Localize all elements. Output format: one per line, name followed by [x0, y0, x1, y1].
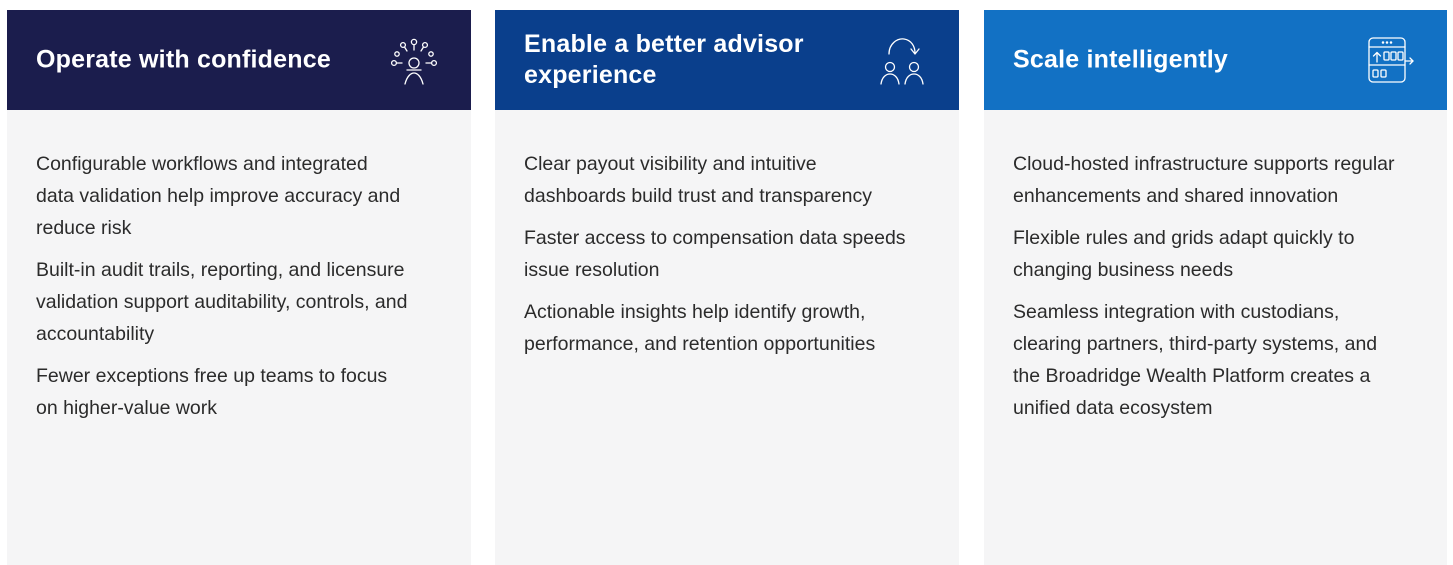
benefit-item: Configurable workflows and integrated da… — [36, 153, 401, 239]
people-exchange-icon — [873, 32, 931, 90]
benefit-item: Seamless integration with custodians, cl… — [1013, 301, 1378, 419]
benefit-card-scale: Scale intelligently Cloud-hosted infrast… — [984, 10, 1447, 565]
benefit-item: Actionable insights help identify growth… — [524, 301, 876, 355]
card-body: Clear payout visibility and intuitive da… — [495, 110, 959, 360]
network-person-icon — [385, 32, 443, 90]
benefit-item: Cloud-hosted infrastructure supports reg… — [1013, 153, 1395, 207]
benefit-card-advisor: Enable a better advisor experience Clear… — [495, 10, 959, 565]
card-title: Scale intelligently — [1013, 45, 1228, 74]
benefit-item: Built-in audit trails, reporting, and li… — [36, 259, 408, 345]
benefit-item: Faster access to compensation data speed… — [524, 227, 906, 281]
benefit-item: Fewer exceptions free up teams to focus … — [36, 365, 388, 419]
card-title: Operate with confidence — [36, 45, 331, 74]
card-header: Operate with confidence — [7, 10, 471, 110]
benefit-item: Clear payout visibility and intuitive da… — [524, 153, 872, 207]
card-body: Configurable workflows and integrated da… — [7, 110, 471, 424]
card-header: Enable a better advisor experience — [495, 10, 959, 110]
benefit-card-operate: Operate with confidence Configurable wor… — [7, 10, 471, 565]
card-body: Cloud-hosted infrastructure supports reg… — [984, 110, 1447, 424]
cloud-window-scale-icon — [1361, 32, 1419, 90]
card-title: Enable a better advisor experience — [524, 30, 804, 89]
benefit-item: Flexible rules and grids adapt quickly t… — [1013, 227, 1355, 281]
card-header: Scale intelligently — [984, 10, 1447, 110]
